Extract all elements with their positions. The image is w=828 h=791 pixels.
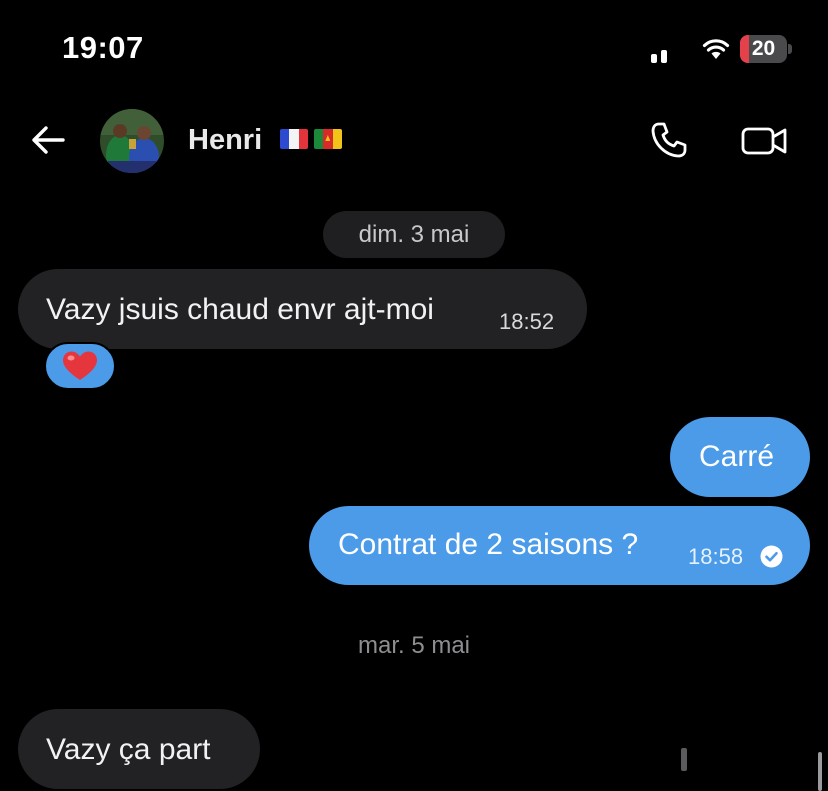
scrollbar[interactable] — [818, 752, 822, 791]
wifi-icon — [702, 39, 730, 59]
status-time: 19:07 — [62, 30, 144, 65]
heart-reaction[interactable] — [44, 342, 116, 390]
contact-name[interactable]: Henri — [188, 124, 262, 157]
date-separator: dim. 3 mai — [323, 211, 505, 258]
contact-flags — [280, 129, 342, 151]
message-text: Contrat de 2 saisons ? — [338, 528, 639, 561]
message-timestamp: 18:52 — [499, 309, 555, 334]
chat-screen: 19:07 20 Henri dim. 3 mai Vazy jsuis cha… — [0, 0, 828, 791]
battery-icon: 20 — [740, 35, 792, 63]
contact-avatar[interactable] — [100, 109, 164, 173]
message-text: Vazy jsuis chaud envr ajt-moi — [46, 293, 434, 326]
heart-icon — [63, 351, 97, 380]
battery-percent: 20 — [751, 37, 776, 60]
date-separator: mar. 5 mai — [357, 632, 471, 659]
message-timestamp: 18:58 — [688, 544, 744, 569]
video-call-icon[interactable] — [741, 124, 787, 158]
message-text: Carré — [699, 440, 775, 473]
cameroon-flag-icon — [314, 129, 342, 149]
message-text: Vazy ça part — [46, 733, 211, 766]
message-outgoing[interactable]: Carré — [670, 417, 810, 497]
back-arrow-icon[interactable] — [30, 124, 66, 156]
france-flag-icon — [280, 129, 308, 149]
cellular-signal-icon — [651, 39, 691, 771]
message-incoming[interactable]: Vazy ça part — [18, 709, 260, 789]
read-check-icon — [760, 545, 783, 568]
phone-icon[interactable] — [650, 121, 688, 159]
